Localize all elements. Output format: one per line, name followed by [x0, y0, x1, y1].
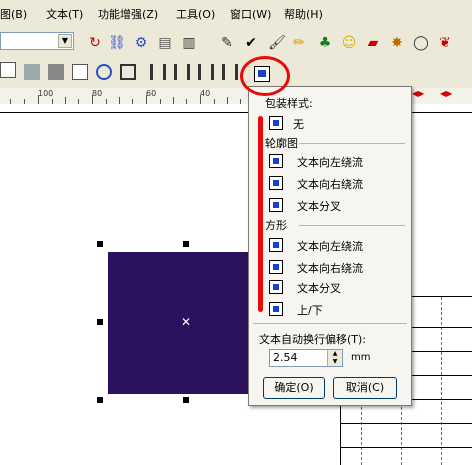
center-cross-icon[interactable]: ✕	[181, 315, 191, 329]
menu-window[interactable]: 窗口(W)	[230, 6, 271, 22]
pencil-icon[interactable]: ✏	[290, 34, 308, 52]
selection-handle[interactable]	[97, 319, 103, 325]
scanner-icon[interactable]: ▤	[156, 34, 174, 52]
outline-wrap-right-label: 文本向右绕流	[297, 178, 363, 191]
speech-bubble-icon[interactable]: ◯	[412, 34, 430, 52]
wrap-left-icon	[269, 154, 283, 168]
square-wrap-right-label: 文本向右绕流	[297, 262, 363, 275]
connector-icon[interactable]: ⛓	[108, 34, 126, 52]
square-header: 方形	[265, 219, 287, 232]
ruler-arrow-icon: ◀▶	[412, 89, 425, 98]
square-wrap-right-item[interactable]: 文本向右绕流	[249, 257, 411, 277]
menu-help[interactable]: 帮助(H)	[284, 6, 323, 22]
outline-wrap-left-label: 文本向左绕流	[297, 156, 363, 169]
brush-icon[interactable]: 🖌	[268, 34, 286, 52]
ruler-arrow-icon: ◀▶	[440, 89, 453, 98]
menu-tools[interactable]: 工具(O)	[176, 6, 215, 22]
outline-wrap-left-item[interactable]: 文本向左绕流	[249, 151, 411, 171]
outline-header: 轮廓图	[265, 137, 298, 150]
eyedropper-icon[interactable]: ✎	[218, 34, 236, 52]
edit-icon[interactable]	[24, 64, 40, 80]
straddle-icon	[269, 280, 283, 294]
smiley-icon[interactable]: ☺	[340, 34, 358, 52]
wrap-none-item[interactable]: 无	[249, 113, 411, 133]
align-left-icon[interactable]	[150, 64, 166, 80]
separator	[253, 323, 407, 324]
square-wrap-left-item[interactable]: 文本向左绕流	[249, 235, 411, 255]
menu-enhance[interactable]: 功能增强(Z)	[98, 6, 158, 22]
copy-properties-icon[interactable]	[48, 64, 64, 80]
wrap-right-icon	[269, 260, 283, 274]
square-top-bottom-label: 上/下	[297, 304, 323, 317]
chevron-down-icon[interactable]: ▼	[58, 34, 72, 48]
ruler-label: 100	[38, 89, 54, 98]
image-icon[interactable]	[72, 64, 88, 80]
outline-wrap-right-item[interactable]: 文本向右绕流	[249, 173, 411, 193]
offset-spinbox[interactable]: 2.54 ▲ ▼	[269, 349, 343, 367]
frame-icon[interactable]	[120, 64, 136, 80]
outline-straddle-label: 文本分叉	[297, 200, 341, 213]
menu-bitmap[interactable]: 图(B)	[0, 6, 27, 22]
wrap-none-icon	[269, 116, 283, 130]
zoom-combo[interactable]: ▼	[0, 32, 74, 50]
ruler-label: 40	[200, 89, 211, 98]
tree-icon[interactable]: ♣	[316, 34, 334, 52]
outline-straddle-item[interactable]: 文本分叉	[249, 195, 411, 215]
selected-rectangle[interactable]	[108, 252, 248, 394]
offset-label: 文本自动换行偏移(T):	[259, 333, 367, 346]
menu-text[interactable]: 文本(T)	[46, 6, 83, 22]
menu-bar: 图(B) 文本(T) 功能增强(Z) 工具(O) 窗口(W) 帮助(H)	[0, 0, 472, 29]
standard-toolbar: ▼ ↻ ⛓ ⚙ ▤ ▥ ✎ ✔ 🖌 ✏ ♣ ☺ ▰ ✸ ◯ ❦	[0, 28, 472, 59]
align-right-icon[interactable]	[198, 64, 214, 80]
transform-icon[interactable]: ↻	[86, 34, 104, 52]
selection-handle[interactable]	[97, 397, 103, 403]
selection-handle[interactable]	[183, 241, 189, 247]
ok-button[interactable]: 确定(O)	[263, 377, 325, 399]
checkmark-icon[interactable]: ✔	[242, 34, 260, 52]
wrap-options-popup: 包装样式: 无 轮廓图 文本向左绕流 文本向右绕流 文本分叉 方形 文本向左绕流…	[248, 86, 412, 406]
square-top-bottom-item[interactable]: 上/下	[249, 299, 411, 319]
object-manager-icon[interactable]: ⚙	[132, 34, 150, 52]
separator	[299, 225, 405, 226]
square-wrap-left-label: 文本向左绕流	[297, 240, 363, 253]
campfire-icon[interactable]: ✸	[388, 34, 406, 52]
ruler-label: 80	[92, 89, 103, 98]
separator	[299, 143, 405, 144]
square-straddle-item[interactable]: 文本分叉	[249, 277, 411, 297]
car-icon[interactable]: ▰	[364, 34, 382, 52]
wrap-right-icon	[269, 176, 283, 190]
spinner-arrows-icon[interactable]: ▲ ▼	[327, 350, 342, 366]
barcode-icon[interactable]: ▥	[180, 34, 198, 52]
selection-handle[interactable]	[183, 397, 189, 403]
wrap-left-icon	[269, 238, 283, 252]
square-straddle-label: 文本分叉	[297, 282, 341, 295]
ruler-label: 60	[146, 89, 157, 98]
cherries-icon[interactable]: ❦	[436, 34, 454, 52]
annotation-circle	[240, 56, 290, 96]
property-toolbar	[0, 58, 472, 89]
grid-icon[interactable]	[0, 62, 16, 78]
cancel-button[interactable]: 取消(C)	[333, 377, 397, 399]
rotate-icon[interactable]	[96, 64, 112, 80]
align-center-icon[interactable]	[174, 64, 190, 80]
offset-value: 2.54	[273, 351, 298, 364]
offset-unit: mm	[351, 352, 371, 363]
straddle-icon	[269, 198, 283, 212]
wrap-style-header: 包装样式:	[265, 97, 313, 110]
distribute-icon[interactable]	[222, 64, 238, 80]
top-bottom-icon	[269, 302, 283, 316]
wrap-none-label: 无	[293, 118, 304, 131]
selection-handle[interactable]	[97, 241, 103, 247]
annotation-line	[258, 116, 263, 312]
